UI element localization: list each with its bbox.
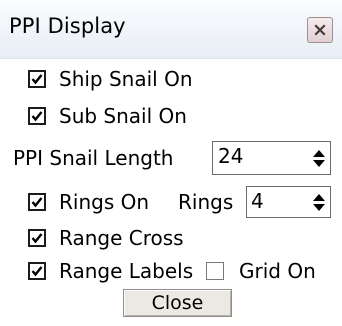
check-mark-icon	[31, 233, 43, 244]
spin-up-arrow-icon[interactable]	[313, 149, 325, 157]
ship-snail-option[interactable]: Ship Snail On	[28, 67, 193, 91]
snail-length-value[interactable]: 24	[218, 144, 243, 168]
snail-length-label: PPI Snail Length	[13, 146, 174, 170]
rings-on-checkbox[interactable]	[28, 193, 46, 211]
check-mark-icon	[31, 74, 43, 85]
rings-spinner[interactable]: 4	[246, 186, 331, 218]
range-labels-option[interactable]: Range Labels	[28, 259, 193, 283]
sub-snail-checkbox[interactable]	[28, 107, 46, 125]
spin-down-arrow-icon[interactable]	[313, 203, 325, 211]
close-x-icon[interactable]	[307, 17, 333, 43]
range-cross-option[interactable]: Range Cross	[28, 226, 184, 250]
check-mark-icon	[31, 197, 43, 208]
range-labels-checkbox[interactable]	[28, 262, 46, 280]
ship-snail-label: Ship Snail On	[59, 67, 193, 91]
sub-snail-option[interactable]: Sub Snail On	[28, 104, 187, 128]
snail-length-spin-buttons[interactable]	[310, 145, 328, 171]
check-mark-icon	[31, 111, 43, 122]
rings-on-option[interactable]: Rings On	[28, 190, 149, 214]
snail-length-spinner[interactable]: 24	[212, 141, 331, 175]
close-button[interactable]: Close	[123, 289, 232, 317]
rings-on-label: Rings On	[59, 190, 150, 214]
rings-spin-buttons[interactable]	[310, 190, 328, 214]
range-cross-checkbox[interactable]	[28, 229, 46, 247]
title-bar[interactable]: PPI Display	[0, 0, 342, 59]
grid-on-option[interactable]: Grid On	[206, 259, 316, 283]
sub-snail-label: Sub Snail On	[59, 104, 187, 128]
rings-value[interactable]: 4	[251, 189, 264, 213]
range-cross-label: Range Cross	[59, 226, 184, 250]
window-title: PPI Display	[9, 14, 126, 38]
ship-snail-checkbox[interactable]	[28, 70, 46, 88]
spin-down-arrow-icon[interactable]	[313, 159, 325, 167]
grid-on-checkbox[interactable]	[206, 262, 224, 280]
spin-up-arrow-icon[interactable]	[313, 193, 325, 201]
rings-label: Rings	[178, 190, 234, 214]
grid-on-label: Grid On	[239, 259, 316, 283]
range-labels-label: Range Labels	[59, 259, 194, 283]
ppi-display-window: PPI Display Ship Snail On Sub Snail On P…	[0, 0, 342, 326]
check-mark-icon	[31, 266, 43, 277]
